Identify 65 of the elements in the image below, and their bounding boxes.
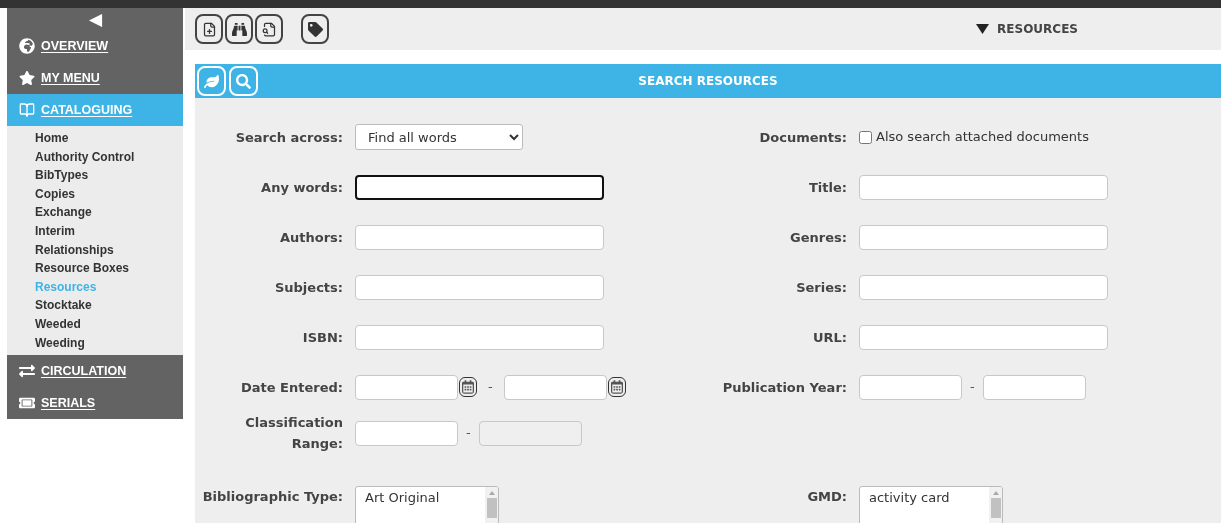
nav-section[interactable]: CIRCULATION [7, 355, 183, 388]
list-box[interactable]: activity card [859, 486, 1003, 523]
field-label: Date Entered: [239, 378, 343, 397]
tag-icon [307, 21, 323, 37]
list-option[interactable]: Art Original [365, 490, 485, 505]
field-label: Documents: [758, 128, 847, 147]
range-separator: - [466, 424, 471, 443]
star-icon [19, 70, 35, 86]
binoculars-icon [231, 21, 247, 37]
submenu-link[interactable]: Stocktake [35, 296, 92, 315]
calendar-icon[interactable] [607, 377, 626, 397]
field-label: Authors: [278, 228, 343, 247]
list-option[interactable]: activity card [869, 490, 989, 505]
search-mode-dropdown[interactable]: Find all words [355, 124, 523, 150]
field-label: Subjects: [273, 278, 343, 297]
submenu-link[interactable]: Home [35, 129, 69, 148]
field-label: Any words: [260, 178, 343, 197]
submenu-link[interactable]: BibTypes [35, 166, 89, 185]
field-label: ISBN: [301, 328, 343, 347]
nav-section[interactable]: SERIALS [7, 387, 183, 420]
nav-section[interactable]: OVERVIEW [7, 30, 183, 62]
field-label: Series: [795, 278, 847, 297]
range-separator: - [488, 378, 493, 397]
new-document-icon [201, 21, 217, 37]
field-label: GMD: [806, 488, 847, 506]
submenu-link[interactable]: Weeding [35, 333, 85, 353]
submenu-link[interactable]: Exchange [35, 203, 92, 222]
panel-button[interactable] [229, 66, 258, 96]
submenu-link[interactable]: Weeded [35, 314, 81, 334]
collapse-button[interactable]: ◀ [88, 10, 102, 28]
text-field[interactable] [355, 174, 604, 200]
search-icon [236, 73, 251, 89]
field-label: URL: [811, 328, 847, 347]
nav-section[interactable]: MY MENU [7, 62, 183, 94]
panel-button[interactable] [197, 66, 226, 96]
submenu-link[interactable]: Copies [35, 184, 75, 204]
book-icon [19, 102, 35, 118]
arrows-icon [19, 363, 35, 380]
submenu-link[interactable]: Relationships [35, 240, 114, 260]
scrollbar[interactable] [485, 487, 498, 523]
submenu-link[interactable]: Resource Boxes [35, 259, 130, 278]
dropdown-triangle-icon [976, 24, 990, 34]
field-label: Genres: [789, 228, 847, 247]
globe-icon [19, 38, 35, 54]
module-menu[interactable]: RESOURCES [976, 20, 1078, 38]
submenu-link[interactable]: Interim [35, 221, 75, 241]
leaf-icon [204, 73, 219, 89]
field-label: Title: [808, 178, 847, 197]
toolbar-button[interactable] [195, 14, 223, 44]
document-search-icon [261, 21, 277, 37]
toolbar-button[interactable] [255, 14, 283, 44]
field-label: Publication Year: [721, 378, 847, 397]
field-label: Classification Range: [244, 414, 343, 453]
calendar-icon[interactable] [459, 377, 477, 397]
toolbar-button[interactable] [225, 14, 253, 44]
submenu-link[interactable]: Authority Control [35, 147, 135, 167]
checkbox-label: Also search attached documents [876, 128, 1089, 147]
range-separator: - [970, 378, 975, 397]
field-label: Search across: [234, 128, 343, 147]
panel-title: SEARCH RESOURCES [637, 73, 779, 90]
field-label: Bibliographic Type: [201, 488, 343, 506]
checkbox[interactable] [859, 130, 872, 144]
list-box[interactable]: Art Original [355, 486, 499, 523]
scrollbar[interactable] [989, 487, 1002, 523]
toolbar-button[interactable] [301, 14, 329, 44]
